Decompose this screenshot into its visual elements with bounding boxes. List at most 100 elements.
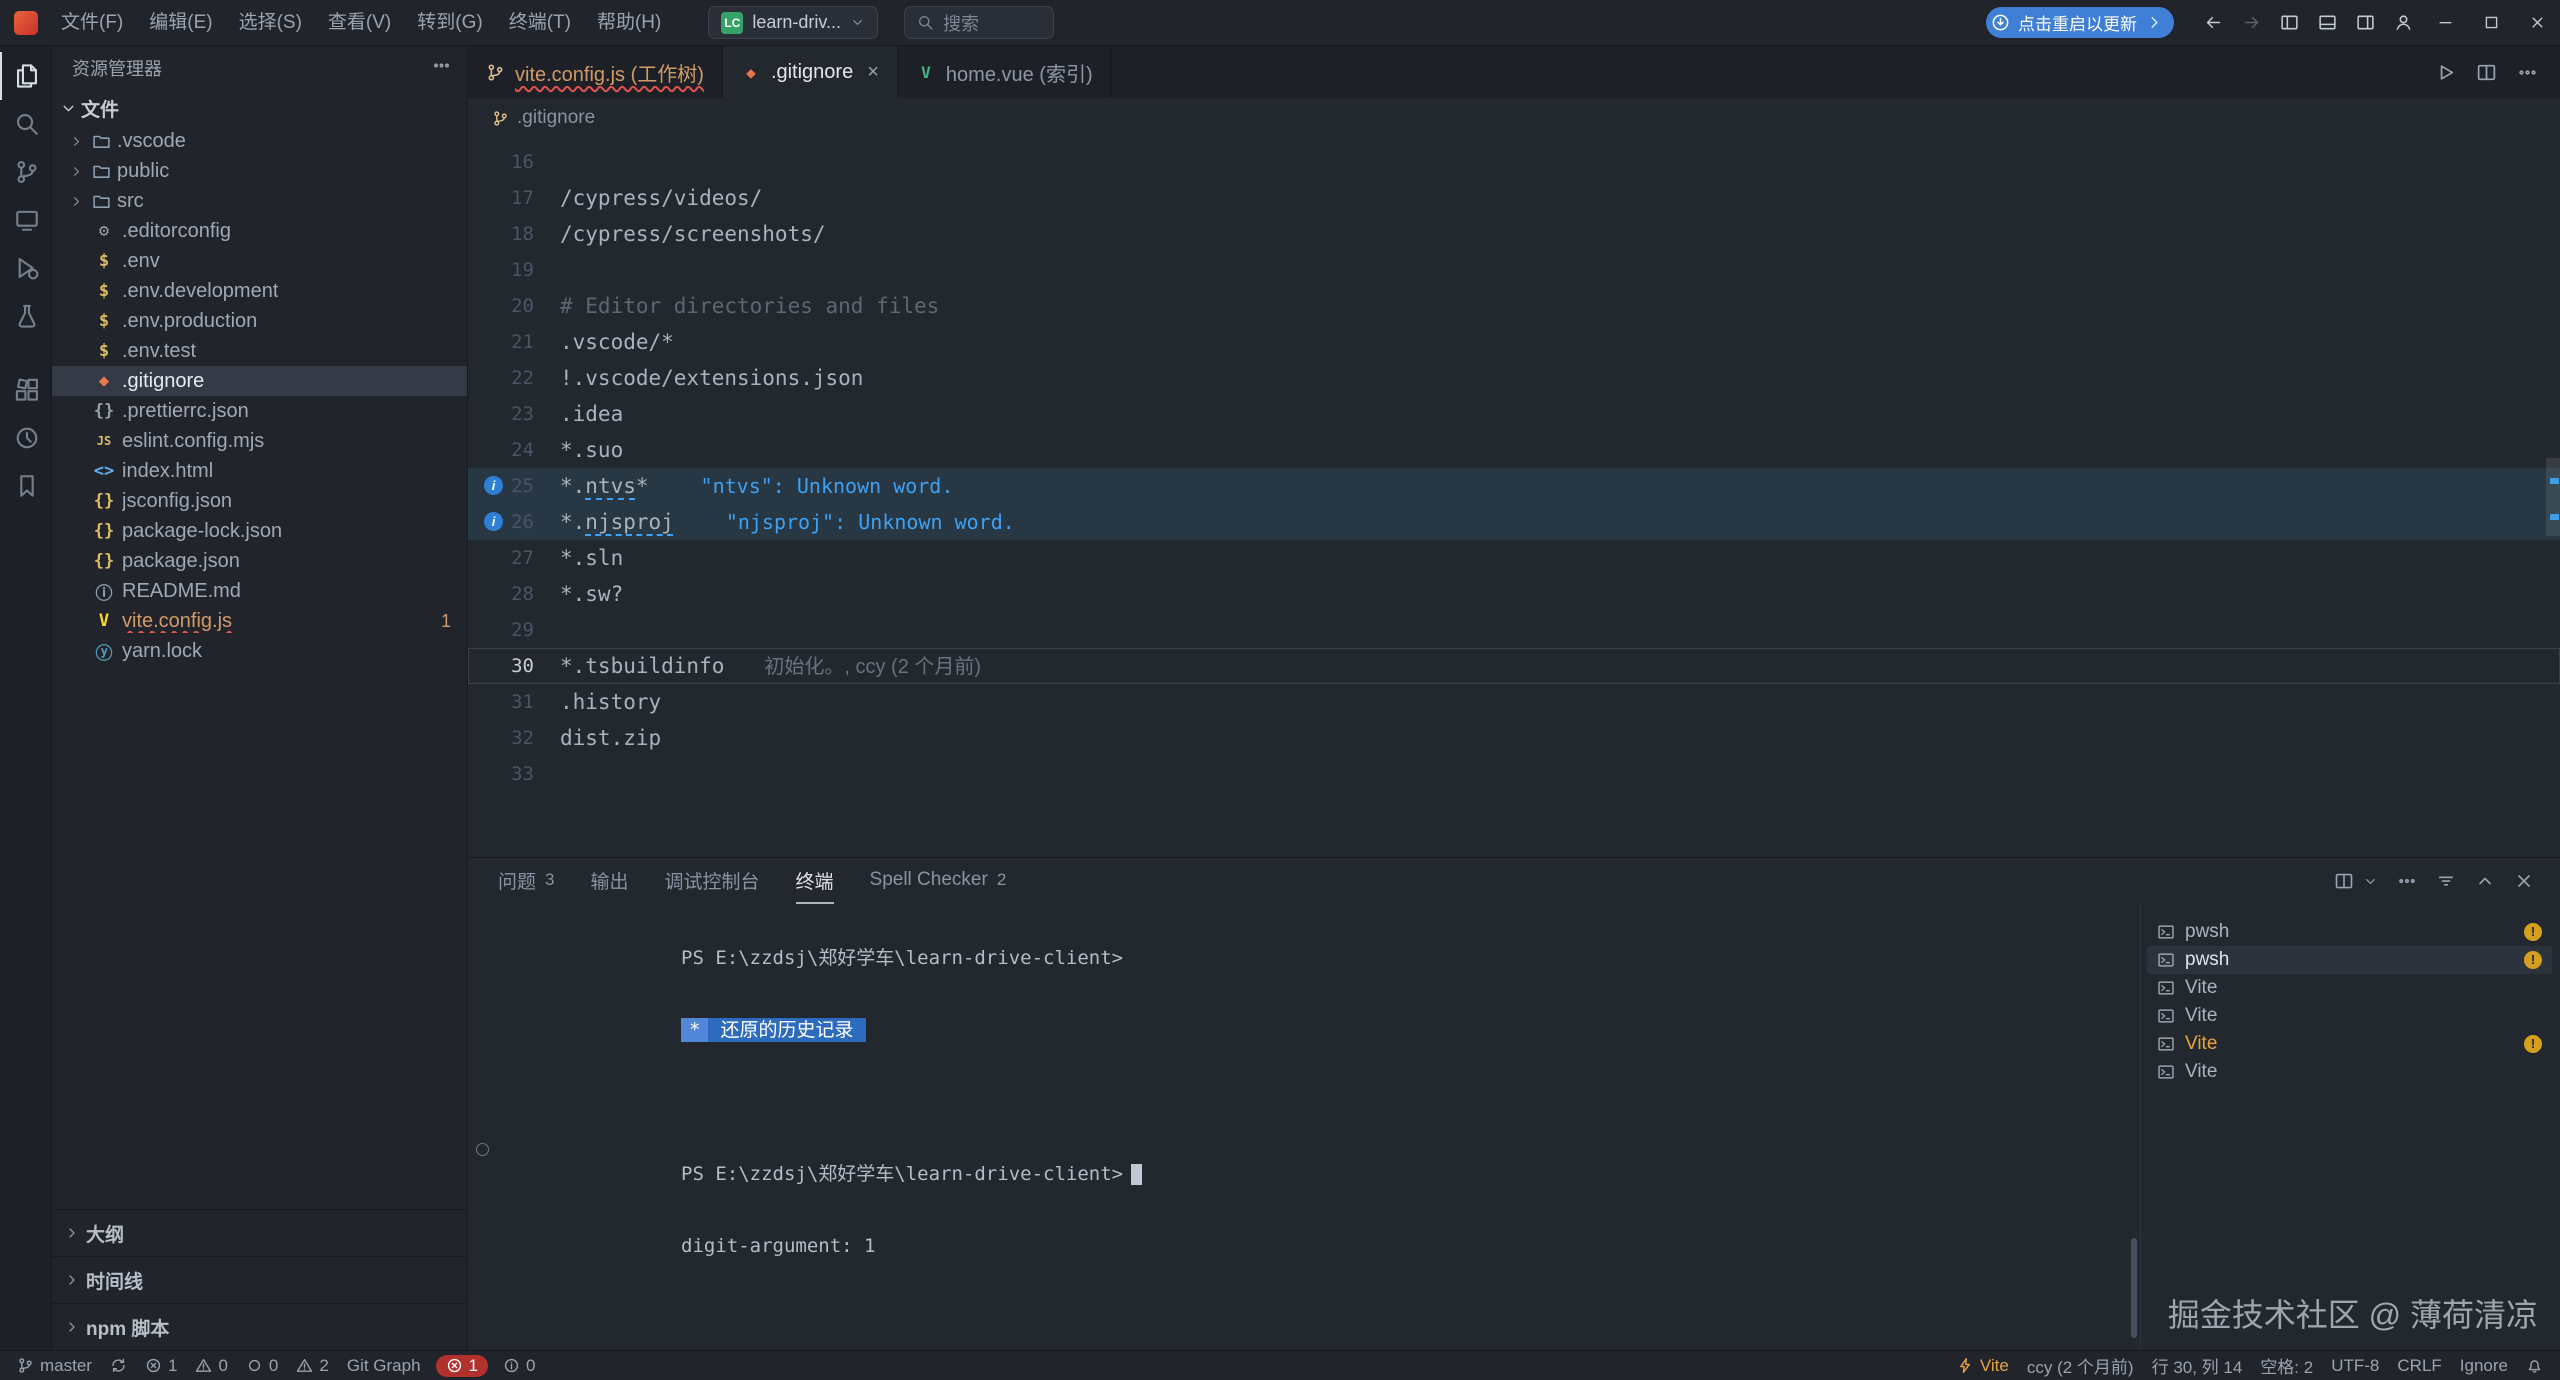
toggle-panel-button[interactable] xyxy=(2308,0,2346,46)
activity-explorer[interactable] xyxy=(0,52,51,100)
sidebar-more-actions-button[interactable] xyxy=(432,56,451,80)
file-tree-item[interactable]: $ .env.production xyxy=(52,306,467,336)
file-tree-item[interactable]: ⚙ .editorconfig xyxy=(52,216,467,246)
file-tree-item[interactable]: JS eslint.config.mjs xyxy=(52,426,467,456)
activity-extensions[interactable] xyxy=(0,366,51,414)
activity-source-control[interactable] xyxy=(0,148,51,196)
terminal-profile-dropdown[interactable] xyxy=(2363,874,2378,889)
terminal-list-item[interactable]: Vite xyxy=(2147,1058,2552,1086)
panel-tab[interactable]: 问题 3 xyxy=(498,858,554,904)
terminal-icon xyxy=(2157,1063,2175,1081)
more-actions-button[interactable] xyxy=(2397,871,2417,891)
panel-tab[interactable]: 输出 xyxy=(590,858,628,904)
file-tree-item[interactable]: src xyxy=(52,186,467,216)
editor-tab[interactable]: vite.config.js (工作树) xyxy=(468,46,723,98)
file-tree-item[interactable]: ⓘ README.md xyxy=(52,576,467,606)
activity-testing[interactable] xyxy=(0,292,51,340)
counter-secondary[interactable]: 0 xyxy=(237,1351,287,1380)
language-mode[interactable]: Ignore xyxy=(2451,1351,2517,1380)
git-graph-button[interactable]: Git Graph xyxy=(338,1351,430,1380)
workspace-switcher[interactable]: LC learn-driv... xyxy=(708,6,878,39)
menu-item[interactable]: 文件(F) xyxy=(48,0,136,46)
maximize-panel-button[interactable] xyxy=(2475,871,2495,891)
more-actions-button[interactable] xyxy=(2517,62,2538,83)
problems-errors[interactable]: 1 xyxy=(136,1351,186,1380)
file-tree-item[interactable]: {} package-lock.json xyxy=(52,516,467,546)
sidebar-section[interactable]: npm 脚本 xyxy=(52,1303,467,1350)
file-tree-item[interactable]: $ .env.test xyxy=(52,336,467,366)
terminal-scrollbar[interactable] xyxy=(2131,1238,2137,1338)
sidebar-section[interactable]: 时间线 xyxy=(52,1256,467,1303)
activity-gitlens[interactable] xyxy=(0,414,51,462)
back-button[interactable] xyxy=(2194,0,2232,46)
info-counter[interactable]: 0 xyxy=(494,1351,544,1380)
terminal-list-item[interactable]: pwsh ! xyxy=(2147,918,2552,946)
vite-status[interactable]: Vite xyxy=(1948,1351,2018,1380)
file-tree-item[interactable]: <> index.html xyxy=(52,456,467,486)
panel-tab[interactable]: 调试控制台 xyxy=(665,858,760,904)
problems-warnings[interactable]: 0 xyxy=(186,1351,236,1380)
chevron-down-icon xyxy=(60,100,77,117)
menu-item[interactable]: 查看(V) xyxy=(315,0,404,46)
maximize-button[interactable] xyxy=(2468,0,2514,46)
restart-to-update-button[interactable]: 点击重启以更新 xyxy=(1986,7,2174,38)
forward-button[interactable] xyxy=(2232,0,2270,46)
close-panel-button[interactable] xyxy=(2514,871,2534,891)
file-tree-item[interactable]: $ .env.development xyxy=(52,276,467,306)
terminal-viewport[interactable]: PS E:\zzdsj\郑好学车\learn-drive-client> *还原… xyxy=(468,904,2140,1350)
file-tree-item[interactable]: {} .prettierrc.json xyxy=(52,396,467,426)
close-button[interactable] xyxy=(2514,0,2560,46)
terminal-list-item[interactable]: Vite xyxy=(2147,1002,2552,1030)
file-tree-item[interactable]: public xyxy=(52,156,467,186)
run-button[interactable] xyxy=(2435,62,2456,83)
sidebar-section[interactable]: 大纲 xyxy=(52,1209,467,1256)
activity-remote-explorer[interactable] xyxy=(0,196,51,244)
code-editor[interactable]: 16 17 /cypress/videos/ xyxy=(468,138,2560,857)
git-branch-status[interactable]: master xyxy=(8,1351,101,1380)
terminal-settings-button[interactable] xyxy=(2436,871,2456,891)
file-tree-item[interactable]: $ .env xyxy=(52,246,467,276)
file-tree-item[interactable]: {} package.json xyxy=(52,546,467,576)
menu-item[interactable]: 终端(T) xyxy=(496,0,584,46)
eol-sequence[interactable]: CRLF xyxy=(2388,1351,2450,1380)
notifications-bell[interactable] xyxy=(2517,1351,2552,1380)
encoding[interactable]: UTF-8 xyxy=(2322,1351,2388,1380)
toggle-secondary-sidebar-button[interactable] xyxy=(2346,0,2384,46)
terminal-list-item[interactable]: Vite ! xyxy=(2147,1030,2552,1058)
indentation[interactable]: 空格: 2 xyxy=(2251,1351,2322,1380)
file-tree-item[interactable]: {} jsconfig.json xyxy=(52,486,467,516)
terminal-list-item[interactable]: pwsh ! xyxy=(2147,946,2552,974)
menu-item[interactable]: 帮助(H) xyxy=(584,0,674,46)
split-terminal-button[interactable] xyxy=(2334,871,2354,891)
file-tree-item[interactable]: ◆ .gitignore xyxy=(52,366,467,396)
warnings-secondary[interactable]: 2 xyxy=(287,1351,337,1380)
git-blame-status[interactable]: ccy (2 个月前) xyxy=(2018,1351,2143,1380)
editor-tab[interactable]: V home.vue (索引) xyxy=(898,46,1112,98)
activity-run-debug[interactable] xyxy=(0,244,51,292)
file-tree-item[interactable]: V vite.config.js 1 xyxy=(52,606,467,636)
toggle-sidebar-button[interactable] xyxy=(2270,0,2308,46)
breadcrumb[interactable]: .gitignore xyxy=(468,98,2560,138)
file-tree-item[interactable]: .vscode xyxy=(52,126,467,156)
account-button[interactable] xyxy=(2384,0,2422,46)
editor-tab[interactable]: ◆ .gitignore × xyxy=(723,46,898,98)
menu-item[interactable]: 编辑(E) xyxy=(136,0,225,46)
panel-tab[interactable]: Spell Checker 2 xyxy=(870,858,1007,904)
minimize-button[interactable] xyxy=(2422,0,2468,46)
close-tab-icon[interactable]: × xyxy=(867,62,879,82)
menu-item[interactable]: 转到(G) xyxy=(404,0,495,46)
error-badge[interactable]: 1 xyxy=(436,1355,488,1377)
git-sync-status[interactable] xyxy=(101,1351,136,1380)
menu-item[interactable]: 选择(S) xyxy=(226,0,315,46)
panel-tab-label: 问题 xyxy=(498,867,536,894)
explorer-section-header[interactable]: 文件 xyxy=(52,90,467,126)
panel-tab[interactable]: 终端 xyxy=(796,858,834,904)
cursor-position[interactable]: 行 30, 列 14 xyxy=(2143,1351,2252,1380)
menu-bar: 文件(F)编辑(E)选择(S)查看(V)转到(G)终端(T)帮助(H) xyxy=(48,0,674,46)
terminal-list-item[interactable]: Vite xyxy=(2147,974,2552,1002)
split-editor-button[interactable] xyxy=(2476,62,2497,83)
activity-search[interactable] xyxy=(0,100,51,148)
file-tree-item[interactable]: ⓨ yarn.lock xyxy=(52,636,467,666)
global-search-box[interactable]: 搜索 xyxy=(904,6,1054,39)
activity-bookmarks[interactable] xyxy=(0,462,51,510)
